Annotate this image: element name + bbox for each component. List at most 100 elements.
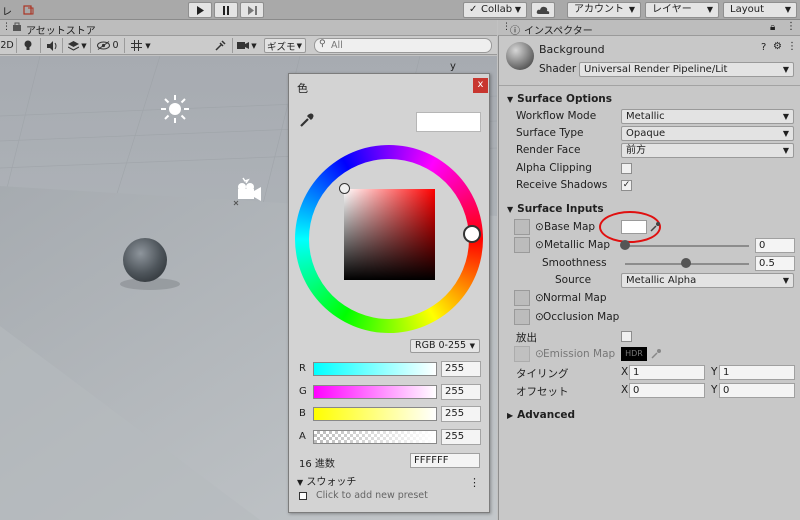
eyedropper-icon[interactable] (650, 348, 662, 360)
audio-toggle[interactable] (44, 38, 60, 53)
step-button[interactable] (240, 2, 264, 18)
r-slider-track[interactable] (313, 362, 437, 376)
a-slider-track[interactable] (313, 430, 437, 444)
target-icon[interactable]: ⊙ (535, 239, 544, 251)
sv-handle[interactable] (339, 183, 350, 194)
lightbulb-icon (24, 40, 32, 50)
metallic-map-slot[interactable] (514, 237, 530, 253)
r-value-field[interactable]: 255 (441, 361, 481, 377)
swatch-preset[interactable] (299, 492, 307, 500)
metallic-value-field[interactable]: 0 (755, 238, 795, 253)
offset-y-field[interactable]: 0 (719, 383, 795, 398)
chevron-down-icon[interactable]: ▼ (80, 38, 88, 53)
lock-icon[interactable]: 🔒︎ (770, 22, 775, 33)
b-slider-track[interactable] (313, 407, 437, 421)
source-dropdown[interactable]: Metallic Alpha ▼ (621, 273, 794, 288)
surface-type-dropdown[interactable]: Opaque ▼ (621, 126, 794, 141)
divider (124, 38, 125, 53)
search-input[interactable]: ⚲ All (314, 38, 492, 53)
eyedropper-icon[interactable] (649, 221, 661, 233)
cloud-button[interactable] (531, 2, 555, 18)
more-icon[interactable]: ⋮ (469, 476, 480, 489)
swatches-foldout[interactable]: ▼ スウォッチ (297, 473, 356, 488)
tiling-y-field[interactable]: 1 (719, 365, 795, 380)
eyedropper-button[interactable] (299, 112, 315, 131)
surface-inputs-foldout[interactable]: ▼ Surface Inputs (507, 203, 604, 215)
surface-options-foldout[interactable]: ▼ Surface Options (507, 93, 612, 105)
workflow-dropdown[interactable]: Metallic ▼ (621, 109, 794, 124)
divider (16, 38, 17, 53)
play-button[interactable] (188, 2, 212, 18)
alpha-clip-checkbox[interactable] (621, 163, 632, 174)
smoothness-slider-handle[interactable] (681, 258, 691, 268)
normal-map-slot[interactable] (514, 290, 530, 306)
layout-dropdown[interactable]: Layout ▼ (723, 2, 797, 18)
color-mode-dropdown[interactable]: RGB 0-255 ▼ (410, 339, 480, 353)
scene-tab-bar: ⋮ アセットストア (0, 20, 497, 37)
shader-dropdown[interactable]: Universal Render Pipeline/Lit ▼ (579, 62, 794, 77)
2d-toggle[interactable]: 2D (0, 38, 14, 53)
occlusion-map-slot[interactable] (514, 309, 530, 325)
receive-shadows-checkbox[interactable]: ✓ (621, 180, 632, 191)
saturation-value-square[interactable] (344, 189, 435, 280)
camera-settings-button[interactable] (236, 38, 250, 53)
base-color-swatch[interactable] (621, 220, 647, 234)
pause-button[interactable] (214, 2, 238, 18)
settings-sliders-icon[interactable]: ⚙ (773, 41, 782, 52)
history-icon[interactable] (20, 2, 38, 18)
picker-title: 色 (297, 82, 308, 95)
tools-button[interactable] (212, 38, 228, 53)
hue-handle[interactable] (463, 225, 481, 243)
hex-label: 16 進数 (299, 459, 335, 470)
g-slider-track[interactable] (313, 385, 437, 399)
render-face-dropdown[interactable]: 前方 ▼ (621, 143, 794, 158)
axis-label: Y (711, 384, 718, 396)
offset-x-field[interactable]: 0 (629, 383, 705, 398)
chevron-down-icon[interactable]: ▼ (144, 38, 152, 53)
store-icon (12, 22, 22, 35)
emission-color-swatch[interactable]: HDR (621, 347, 647, 361)
metallic-slider-track[interactable] (625, 245, 749, 247)
close-icon: x (477, 79, 484, 90)
tab-inspector[interactable]: インスペクター (524, 22, 593, 37)
chevron-down-icon[interactable]: ▼ (250, 38, 258, 53)
g-value-field[interactable]: 255 (441, 384, 481, 400)
tab-menu-icon[interactable]: ⋮ (2, 22, 11, 32)
more-icon[interactable]: ⋮ (787, 41, 797, 52)
collab-dropdown[interactable]: ✓ Collab ▼ (463, 2, 527, 18)
layers-dropdown[interactable]: レイヤー ▼ (645, 2, 719, 18)
smoothness-value-field[interactable]: 0.5 (755, 256, 795, 271)
effects-toggle[interactable] (66, 38, 80, 53)
sun-icon[interactable] (160, 94, 190, 124)
field-label: Receive Shadows (516, 179, 608, 191)
hex-input[interactable]: FFFFFF (410, 453, 480, 468)
a-value-field[interactable]: 255 (441, 429, 481, 445)
triangle-right-icon: ▶ (507, 411, 514, 420)
b-value-field[interactable]: 255 (441, 406, 481, 422)
tab-asset-store[interactable]: アセットストア (26, 22, 96, 37)
gizmos-dropdown[interactable]: ギズモ ▼ (264, 38, 306, 53)
account-dropdown[interactable]: アカウント ▼ (567, 2, 641, 18)
metallic-slider-handle[interactable] (620, 240, 630, 250)
base-map-slot[interactable] (514, 219, 530, 235)
help-icon[interactable]: ? (761, 42, 766, 53)
surface-type-value: Opaque (626, 128, 666, 139)
menu-fragment[interactable]: レ (0, 2, 14, 18)
emission-checkbox[interactable] (621, 331, 632, 342)
emission-map-slot[interactable] (514, 346, 530, 362)
camera-gizmo-icon[interactable] (230, 174, 266, 210)
account-label: アカウント (574, 4, 624, 15)
divider (499, 85, 800, 86)
lighting-toggle[interactable] (20, 38, 36, 53)
tiling-x-field[interactable]: 1 (629, 365, 705, 380)
more-icon[interactable]: ⋮ (786, 21, 796, 32)
grid-icon (130, 40, 142, 51)
hidden-objects-toggle[interactable]: 0 (94, 38, 122, 53)
target-icon[interactable]: ⊙ (535, 221, 544, 233)
close-button[interactable]: x (473, 78, 488, 93)
material-preview-icon (506, 42, 534, 70)
add-preset-label[interactable]: Click to add new preset (316, 490, 428, 501)
advanced-foldout[interactable]: ▶ Advanced (507, 409, 575, 421)
source-value: Metallic Alpha (626, 275, 697, 286)
grid-toggle[interactable] (128, 38, 144, 53)
